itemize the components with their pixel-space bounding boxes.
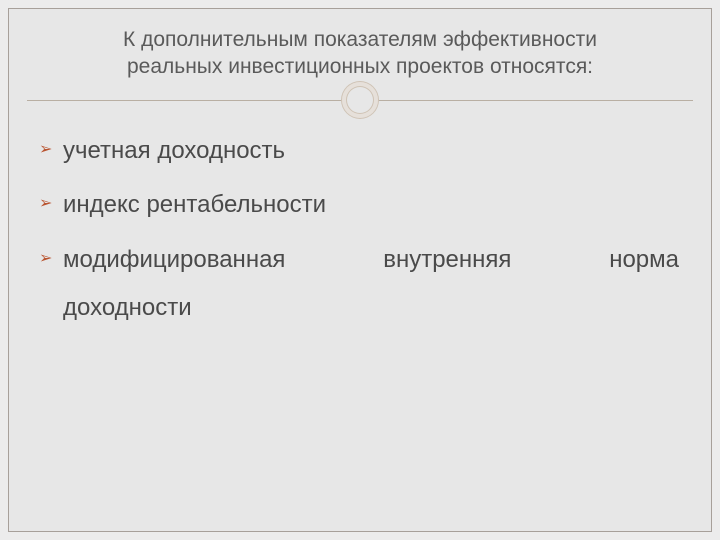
bullet-text-line2: доходности: [63, 294, 192, 321]
word: норма: [609, 244, 679, 276]
slide-frame: К дополнительным показателям эффективнос…: [8, 8, 712, 532]
content-area: учетная доходность индекс рентабельности…: [9, 121, 711, 325]
ring-ornament-icon: [342, 82, 378, 118]
bullet-text: учетная доходность: [63, 137, 285, 164]
word: модифицированная: [63, 244, 285, 276]
list-item: учетная доходность: [39, 135, 681, 167]
bullet-text: индекс рентабельности: [63, 191, 326, 218]
list-item: модифицированная внутренняя норма доходн…: [39, 244, 681, 325]
bullet-list: учетная доходность индекс рентабельности…: [39, 135, 681, 325]
list-item: индекс рентабельности: [39, 189, 681, 221]
header-area: К дополнительным показателям эффективнос…: [9, 9, 711, 121]
slide-title: К дополнительным показателям эффективнос…: [9, 27, 711, 81]
title-line-1: К дополнительным показателям эффективнос…: [123, 28, 597, 51]
title-line-2: реальных инвестиционных проектов относят…: [127, 55, 593, 78]
line-gap: [63, 276, 681, 292]
word: внутренняя: [383, 244, 511, 276]
bullet-text-line1: модифицированная внутренняя норма: [63, 244, 681, 276]
